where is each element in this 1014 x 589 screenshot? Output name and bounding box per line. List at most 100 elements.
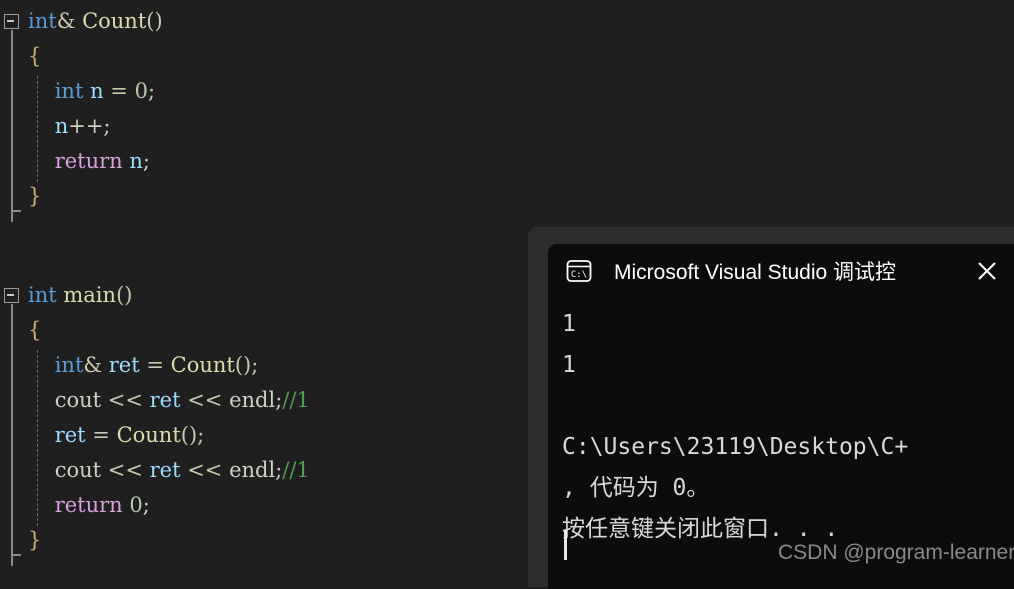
code-block-count: int& Count(){ int n = 0; n++; return n;} — [0, 4, 520, 222]
code-token: << — [180, 458, 230, 482]
code-token: ; — [142, 149, 150, 173]
fold-region-line — [11, 304, 13, 566]
console-output: 1 1 C:\Users\23119\Desktop\C+ , 代码为 0。 按任意键关… — [548, 298, 1014, 589]
code-token: = — [139, 353, 171, 377]
code-token: //1 — [282, 458, 310, 482]
code-token: endl — [229, 458, 276, 482]
code-token: << — [101, 458, 150, 482]
code-token: { — [28, 44, 42, 68]
code-token: int — [28, 283, 57, 307]
code-line-text: return n; — [28, 144, 150, 179]
code-line-text: int main() — [28, 278, 132, 313]
code-token: & — [83, 353, 109, 377]
svg-text:C:\: C:\ — [571, 270, 587, 280]
code-line: } — [0, 179, 520, 214]
code-token: n — [90, 79, 104, 103]
console-line: 按任意键关闭此窗口. . . — [562, 516, 839, 542]
code-token: () — [146, 9, 163, 33]
fold-region-foot — [11, 554, 21, 556]
code-token: { — [28, 318, 42, 342]
code-line: { — [0, 313, 520, 348]
code-token: ; — [147, 79, 156, 103]
code-line-text: } — [28, 523, 41, 558]
code-line: cout << ret << endl;//1 — [0, 453, 520, 488]
code-token: 0 — [129, 493, 143, 517]
code-line: int& ret = Count(); — [0, 348, 520, 383]
console-title: Microsoft Visual Studio 调试控 — [614, 261, 897, 284]
code-token: << — [180, 388, 230, 412]
code-line: } — [0, 523, 520, 558]
code-token: return — [54, 149, 123, 173]
console-cursor — [564, 530, 567, 560]
fold-collapse-icon[interactable] — [4, 288, 19, 303]
code-token: ; — [142, 493, 150, 517]
code-token: = — [85, 423, 117, 447]
code-line: return 0; — [0, 488, 520, 523]
code-token: (); — [234, 353, 259, 377]
code-line-text: int n = 0; — [28, 74, 155, 109]
fold-collapse-icon[interactable] — [4, 14, 19, 29]
code-token: << — [101, 388, 150, 412]
code-token: n — [129, 149, 143, 173]
code-token: return — [54, 493, 123, 517]
code-token: () — [116, 283, 133, 307]
console-line: C:\Users\23119\Desktop\C+ — [562, 434, 909, 460]
console-titlebar[interactable]: C:\ Microsoft Visual Studio 调试控 — [548, 244, 1014, 298]
code-line-text: cout << ret << endl;//1 — [28, 453, 310, 488]
console-window[interactable]: C:\ Microsoft Visual Studio 调试控 1 1 C:\Use… — [548, 244, 1014, 589]
code-line: int main() — [0, 278, 520, 313]
code-token: main — [63, 283, 117, 307]
code-line-text: int& ret = Count(); — [28, 348, 259, 383]
code-token: (); — [180, 423, 205, 447]
code-token: Count — [82, 9, 147, 33]
code-token: ret — [108, 353, 140, 377]
console-line: 1 — [562, 352, 576, 378]
code-token: ret — [149, 388, 181, 412]
code-token: ret — [149, 458, 181, 482]
fold-region-foot — [11, 210, 21, 212]
code-line-text: return 0; — [28, 488, 150, 523]
code-token: int — [54, 353, 84, 377]
code-line: int n = 0; — [0, 74, 520, 109]
code-token: int — [28, 9, 57, 33]
code-line-text: { — [28, 313, 41, 348]
code-lines-count: int& Count(){ int n = 0; n++; return n;} — [0, 4, 520, 214]
code-token: n — [54, 114, 69, 138]
console-line: , 代码为 0。 — [562, 475, 710, 501]
code-line: ret = Count(); — [0, 418, 520, 453]
fold-region-line — [11, 30, 13, 222]
code-line-text: cout << ret << endl;//1 — [28, 383, 310, 418]
code-line-text: int& Count() — [28, 4, 163, 39]
code-lines-main: int main(){ int& ret = Count(); cout << … — [0, 278, 520, 558]
code-token: ret — [54, 423, 86, 447]
code-token: cout — [54, 388, 102, 412]
code-token: //1 — [282, 388, 310, 412]
code-line-text: n++; — [28, 109, 111, 144]
code-token: ++; — [68, 114, 111, 138]
code-line: int& Count() — [0, 4, 520, 39]
code-line: n++; — [0, 109, 520, 144]
code-block-main: int main(){ int& ret = Count(); cout << … — [0, 278, 520, 566]
code-line-text: ret = Count(); — [28, 418, 205, 453]
indent-guide — [37, 76, 38, 182]
code-token: = — [103, 79, 135, 103]
code-token: Count — [170, 353, 235, 377]
code-token: 0 — [134, 79, 148, 103]
console-cmd-icon: C:\ — [564, 256, 594, 286]
indent-guide — [37, 350, 38, 526]
code-token: Count — [116, 423, 181, 447]
code-token: cout — [54, 458, 102, 482]
close-icon[interactable] — [972, 256, 1002, 286]
code-token: } — [28, 184, 42, 208]
code-line: { — [0, 39, 520, 74]
code-token: int — [54, 79, 84, 103]
